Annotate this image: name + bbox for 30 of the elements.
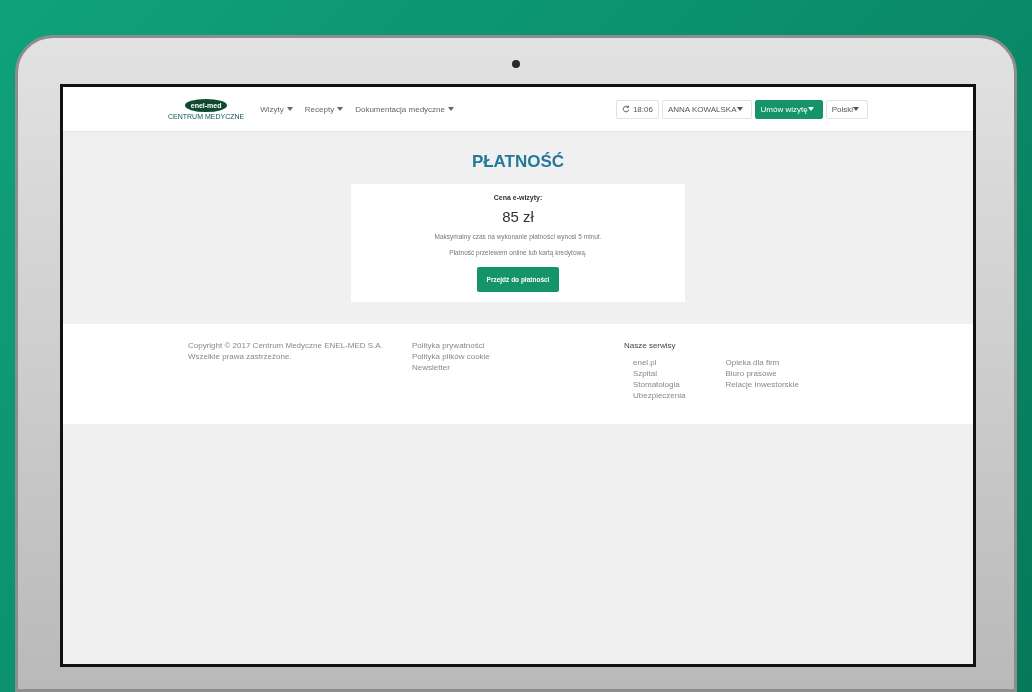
service-link[interactable]: enel.pl bbox=[633, 358, 686, 367]
services-heading: Nasze serwisy bbox=[624, 341, 677, 350]
service-link[interactable]: Stomatologia bbox=[633, 380, 686, 389]
language-menu[interactable]: Polski bbox=[825, 99, 868, 119]
service-link[interactable]: Ubezpieczenia bbox=[633, 391, 686, 400]
caret-icon bbox=[337, 107, 344, 112]
caret-icon bbox=[286, 107, 293, 112]
user-menu[interactable]: ANNA KOWALSKA bbox=[661, 99, 752, 119]
footer-link[interactable]: Polityka plików cookie bbox=[412, 352, 624, 361]
caret-icon bbox=[448, 107, 454, 112]
nav-menu-item[interactable]: Wizyty bbox=[260, 104, 293, 114]
nav-menu-item[interactable]: Recepty bbox=[304, 104, 344, 114]
book-visit-button[interactable]: Umów wizytę bbox=[754, 99, 823, 119]
footer-link[interactable]: Newsletter bbox=[412, 363, 624, 372]
footer-link[interactable]: Polityka prywatności bbox=[412, 341, 624, 350]
nav-menu-item[interactable]: Dokumentacja medyczne bbox=[355, 104, 454, 114]
refresh-icon bbox=[621, 105, 630, 114]
service-link[interactable]: Opieka dla firm bbox=[725, 358, 799, 367]
caret-icon bbox=[807, 107, 814, 112]
camera-icon bbox=[512, 60, 520, 68]
price-amount: 85 zł bbox=[502, 208, 534, 225]
service-link[interactable]: Relacje Inwestorskie bbox=[725, 380, 799, 389]
session-timer[interactable]: 18:06 bbox=[615, 99, 659, 119]
copyright-text: Copyright © 2017 Centrum Medyczne ENEL-MED S.A. bbox=[188, 341, 384, 350]
caret-icon bbox=[736, 107, 743, 112]
page-title: PŁATNOŚĆ bbox=[471, 152, 565, 172]
caret-icon bbox=[853, 107, 859, 112]
service-link[interactable]: Biuro prasowe bbox=[725, 369, 799, 378]
copyright-text: Wszelkie prawa zastrzeżone. bbox=[188, 352, 293, 361]
service-link[interactable]: Szpital bbox=[633, 369, 686, 378]
